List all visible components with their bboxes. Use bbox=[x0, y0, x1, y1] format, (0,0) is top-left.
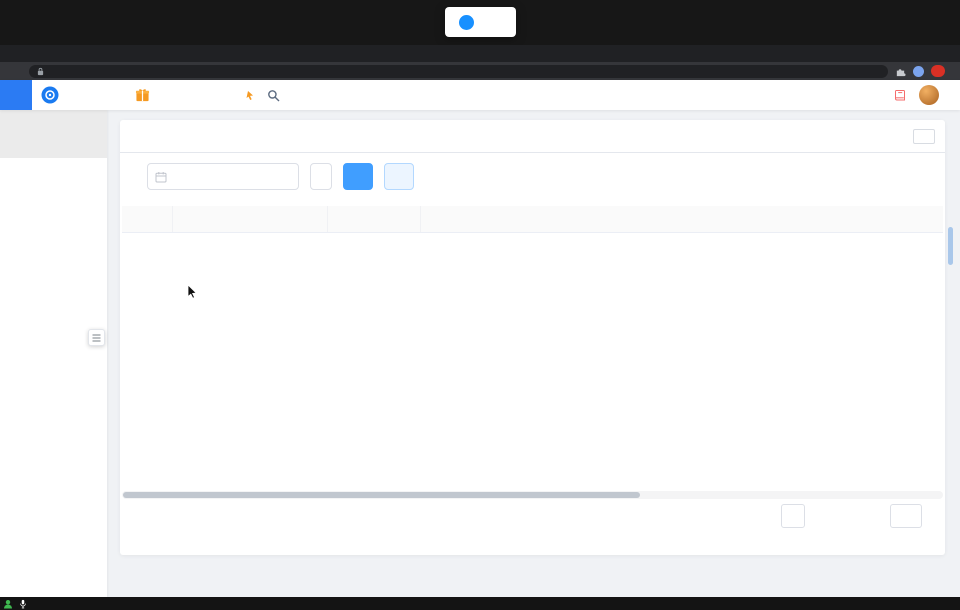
url-bar[interactable] bbox=[29, 65, 888, 78]
statistics-card bbox=[120, 120, 945, 555]
window-close-button[interactable] bbox=[937, 45, 960, 62]
quick-search[interactable] bbox=[267, 89, 284, 102]
gift-icon bbox=[135, 88, 150, 102]
prev-page-button[interactable] bbox=[814, 505, 834, 527]
lock-icon bbox=[37, 67, 44, 76]
window-controls bbox=[891, 45, 960, 62]
col-status-group bbox=[420, 206, 943, 232]
main-content bbox=[107, 110, 960, 597]
window-minimize-button[interactable] bbox=[891, 45, 914, 62]
date-range-picker[interactable] bbox=[147, 163, 299, 190]
sidebar-collapse-handle[interactable] bbox=[88, 329, 105, 346]
app-logo-icon bbox=[41, 86, 59, 104]
quick-tip bbox=[240, 90, 255, 101]
card-tab-bar bbox=[120, 120, 945, 153]
quick-filter-row bbox=[120, 196, 945, 206]
window-maximize-button[interactable] bbox=[914, 45, 937, 62]
horizontal-scrollbar[interactable] bbox=[122, 491, 943, 499]
select-customer-button[interactable] bbox=[310, 163, 332, 190]
extensions-icon[interactable] bbox=[895, 66, 906, 77]
vertical-scrollbar-thumb[interactable] bbox=[948, 227, 953, 265]
screen-share-bar bbox=[0, 597, 960, 610]
tutorial-book-icon bbox=[894, 89, 906, 101]
meeting-toast bbox=[445, 7, 516, 37]
browser-address-bar bbox=[0, 62, 960, 80]
page-size-select[interactable] bbox=[781, 504, 805, 528]
statistics-table bbox=[122, 206, 943, 233]
filter-row bbox=[120, 153, 945, 196]
goto-page-input[interactable] bbox=[890, 504, 922, 528]
pointer-icon bbox=[245, 90, 255, 101]
col-seq bbox=[122, 206, 172, 232]
user-avatar[interactable] bbox=[919, 85, 939, 105]
share-center-link[interactable] bbox=[135, 88, 155, 102]
pagination bbox=[120, 499, 945, 533]
microphone-icon bbox=[19, 599, 27, 609]
horizontal-scrollbar-thumb[interactable] bbox=[123, 492, 640, 498]
table-zone bbox=[122, 206, 943, 488]
screen bbox=[0, 0, 960, 610]
brand bbox=[41, 86, 65, 104]
col-total bbox=[327, 206, 420, 232]
sidebar bbox=[0, 110, 107, 597]
calendar-icon bbox=[155, 171, 167, 183]
browser-profile-avatar[interactable] bbox=[913, 66, 924, 77]
meeting-topbar bbox=[0, 0, 960, 45]
header-right bbox=[894, 85, 960, 105]
browser-tab-strip bbox=[0, 45, 960, 62]
hamburger-icon bbox=[92, 334, 101, 342]
nav-toggle-button[interactable] bbox=[0, 80, 32, 110]
mouse-cursor bbox=[187, 284, 198, 299]
browser-update-button[interactable] bbox=[931, 65, 945, 77]
next-page-button[interactable] bbox=[852, 505, 872, 527]
new-tab-button[interactable] bbox=[0, 45, 18, 62]
app-body bbox=[0, 110, 960, 597]
search-icon bbox=[267, 89, 280, 102]
sharer-avatar-icon bbox=[3, 599, 13, 609]
tutorial-link[interactable] bbox=[894, 89, 910, 101]
sidebar-section-title bbox=[0, 110, 107, 158]
panel-collapse-button[interactable] bbox=[913, 129, 935, 144]
app-header bbox=[0, 80, 960, 110]
export-button[interactable] bbox=[384, 163, 414, 190]
col-customer bbox=[172, 206, 327, 232]
search-button[interactable] bbox=[343, 163, 373, 190]
info-icon bbox=[459, 15, 474, 30]
